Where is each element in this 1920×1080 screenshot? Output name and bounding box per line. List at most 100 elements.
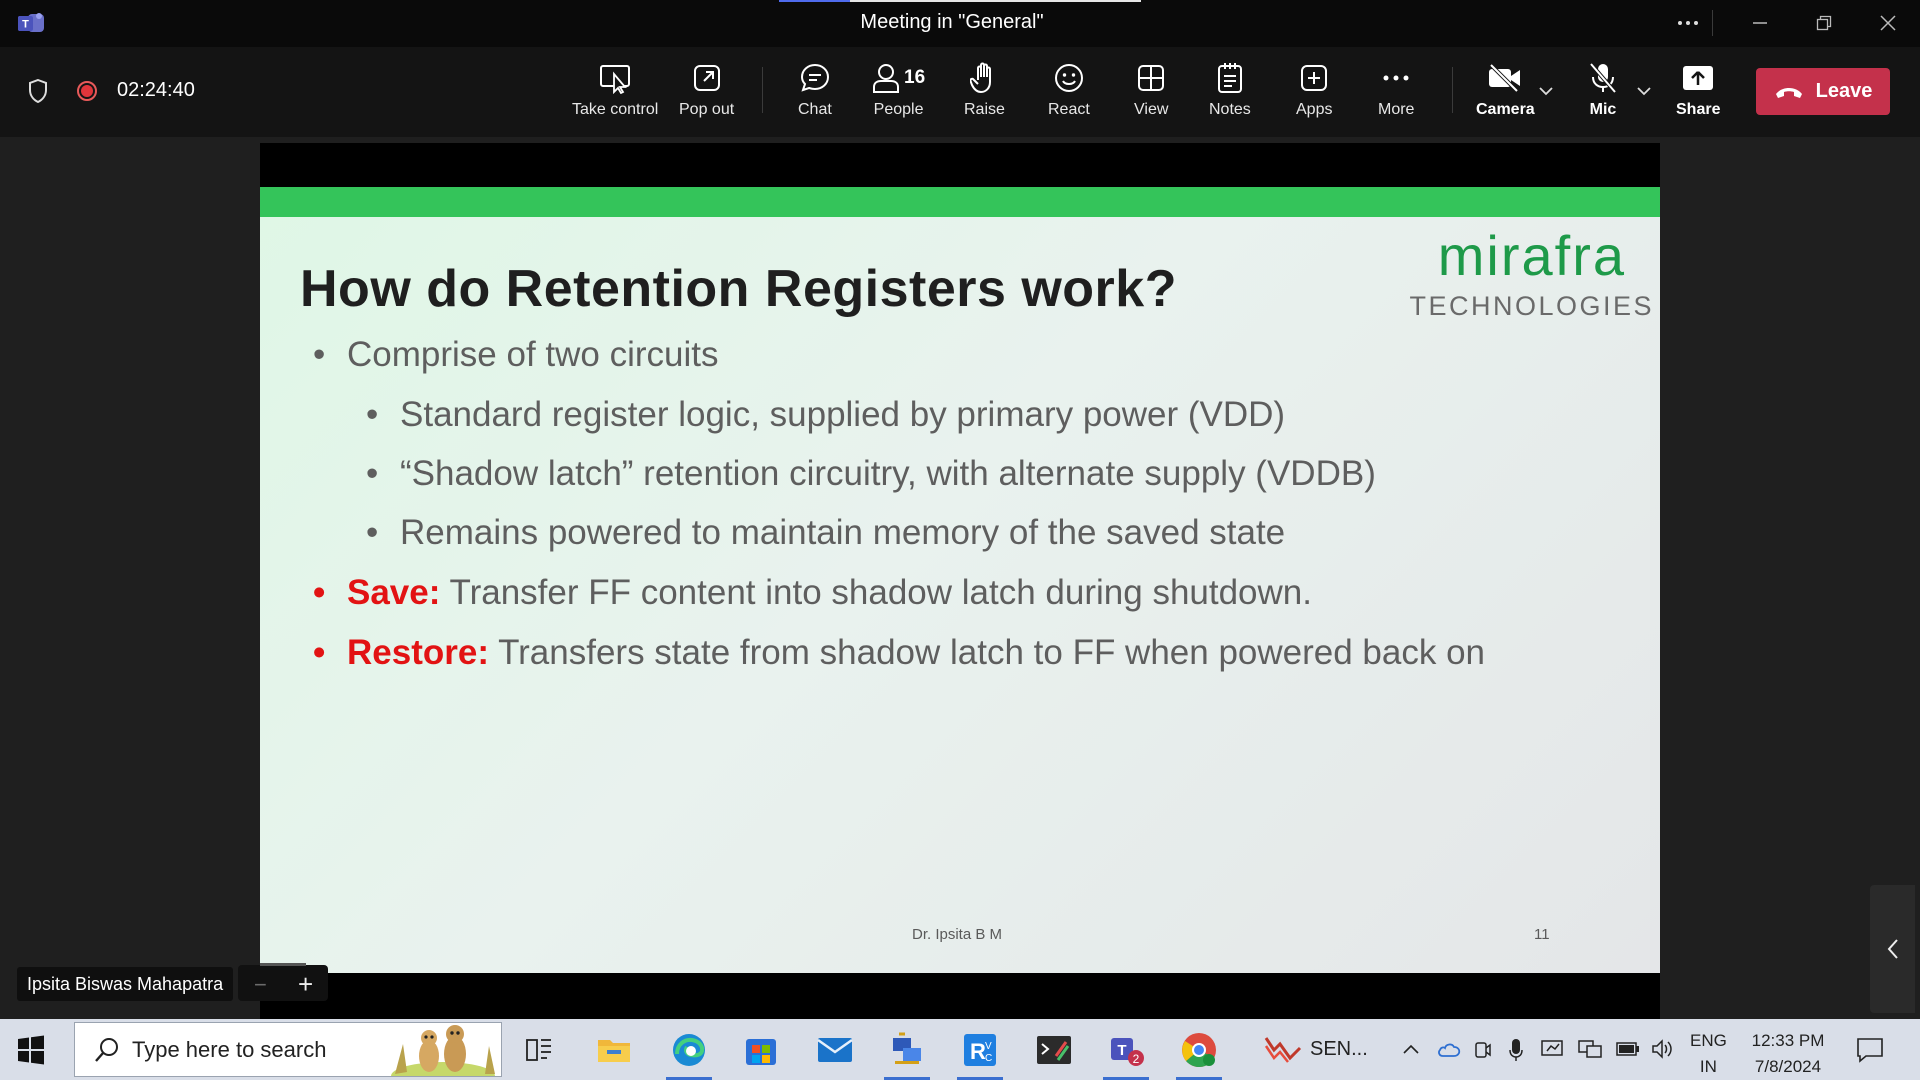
recording-indicator-icon: [77, 81, 97, 101]
presenter-name-tag: Ipsita Biswas Mahapatra: [17, 967, 234, 1001]
sub-bullet-item: • Remains powered to maintain memory of t…: [366, 513, 1286, 552]
mic-muted-icon: [1589, 62, 1617, 94]
sub-bullet-item: • Standard register logic, supplied by pr…: [366, 395, 1286, 434]
mail-icon[interactable]: [806, 1027, 864, 1073]
taskbar-search-box[interactable]: Type here to search: [74, 1022, 502, 1077]
file-explorer-icon[interactable]: [585, 1027, 643, 1073]
chart-app-icon[interactable]: [1254, 1027, 1312, 1073]
slide-footer-author: Dr. Ipsita B M: [912, 926, 1003, 943]
leave-button[interactable]: Leave: [1756, 68, 1890, 115]
toolbar-divider: [1452, 67, 1453, 113]
pop-out-icon: [693, 65, 720, 91]
smiley-icon: [1054, 64, 1083, 92]
shield-icon[interactable]: [28, 79, 48, 103]
people-icon: [873, 64, 899, 93]
notes-button[interactable]: Notes: [1209, 61, 1251, 119]
minimize-icon[interactable]: [1740, 6, 1780, 40]
react-button[interactable]: React: [1048, 61, 1090, 119]
title-divider: [1712, 10, 1713, 36]
people-button[interactable]: 16 People: [872, 61, 925, 119]
more-actions-button[interactable]: More: [1378, 61, 1414, 119]
take-control-button[interactable]: Take control: [572, 61, 658, 119]
chat-icon: [800, 63, 829, 92]
svg-text:R: R: [970, 1039, 986, 1064]
take-control-icon: [600, 65, 631, 94]
camera-off-icon: [1489, 63, 1521, 93]
terminal-app-icon[interactable]: [1025, 1027, 1083, 1073]
zoom-control: − +: [238, 963, 328, 1001]
bullet-item-save: • Save: Transfer FF content into shadow l…: [313, 573, 1312, 612]
search-icon: [95, 1038, 118, 1062]
close-icon[interactable]: [1868, 6, 1908, 40]
svg-text:V: V: [985, 1041, 992, 1052]
meeting-timer: 02:24:40: [117, 79, 195, 101]
mirafra-logo-text: mirafra: [1437, 224, 1626, 287]
network-icon[interactable]: [1578, 1039, 1602, 1059]
meet-now-icon[interactable]: [1474, 1039, 1492, 1061]
pop-out-button[interactable]: Pop out: [679, 61, 734, 119]
mic-options-chevron-down-icon[interactable]: [1636, 85, 1652, 97]
raise-hand-button[interactable]: Raise: [964, 61, 1005, 119]
slide-title: How do Retention Registers work?: [300, 260, 1177, 318]
raise-hand-icon: [970, 62, 992, 93]
ellipsis-icon: [1383, 75, 1409, 81]
windows-taskbar: Type here to search RVC T 2 SEN... ENG I…: [0, 1019, 1920, 1080]
zoom-out-button[interactable]: −: [254, 972, 267, 998]
network-app-icon[interactable]: [878, 1027, 936, 1080]
sub-bullet-item: • “Shadow latch” retention circuitry, wit…: [366, 454, 1376, 493]
security-monitor-icon[interactable]: [1541, 1039, 1563, 1059]
share-screen-icon: [1683, 66, 1714, 90]
volume-icon[interactable]: [1651, 1039, 1675, 1059]
mic-button[interactable]: Mic: [1588, 61, 1618, 119]
meeting-toolbar: 02:24:40 Take control Pop out Chat 16 Pe…: [0, 47, 1920, 137]
meerkat-illustration-icon: [391, 1025, 495, 1076]
share-button[interactable]: Share: [1676, 61, 1720, 119]
expand-panel-button[interactable]: [1870, 885, 1915, 1013]
svg-text:C: C: [985, 1053, 992, 1064]
zoom-in-button[interactable]: +: [298, 969, 313, 1000]
notification-center-icon[interactable]: [1856, 1037, 1884, 1063]
microsoft-store-icon[interactable]: [732, 1027, 790, 1073]
slide-page-number: 11: [1534, 926, 1550, 943]
add-app-icon: [1301, 65, 1328, 91]
mirafra-logo-subtitle: TECHNOLOGIES: [1409, 291, 1654, 321]
bullet-item-restore: • Restore: Transfers state from shadow la…: [313, 633, 1486, 672]
remote-app-icon[interactable]: RVC: [951, 1027, 1009, 1080]
svg-text:T: T: [1117, 1042, 1126, 1059]
zoom-slider-track[interactable]: [260, 963, 306, 966]
windows-start-icon[interactable]: [14, 1033, 48, 1067]
chevron-up-icon[interactable]: [1402, 1043, 1420, 1055]
camera-button[interactable]: Camera: [1476, 61, 1535, 119]
toolbar-divider: [762, 67, 763, 113]
slide-accent-bar: [260, 187, 1660, 217]
teams-notification-badge: 2: [1133, 1052, 1140, 1066]
window-title: Meeting in "General": [860, 11, 1044, 33]
window-title-bar: T Meeting in "General": [0, 0, 1920, 47]
apps-button[interactable]: Apps: [1296, 61, 1332, 119]
chevron-left-icon: [1887, 939, 1898, 959]
chrome-icon[interactable]: [1170, 1027, 1228, 1080]
onedrive-cloud-icon[interactable]: [1437, 1040, 1461, 1058]
running-app-label[interactable]: SEN...: [1310, 1038, 1368, 1061]
input-language-indicator[interactable]: ENG IN: [1690, 1028, 1727, 1080]
title-loading-indicator: [779, 0, 1141, 2]
edge-browser-icon[interactable]: [660, 1027, 718, 1080]
task-view-icon[interactable]: [510, 1027, 568, 1073]
notes-icon: [1217, 63, 1242, 93]
search-placeholder: Type here to search: [132, 1037, 327, 1062]
microphone-icon[interactable]: [1509, 1038, 1523, 1062]
presentation-slide: How do Retention Registers work? mirafra…: [260, 187, 1660, 973]
taskbar-clock[interactable]: 12:33 PM 7/8/2024: [1750, 1028, 1826, 1080]
shared-content-stage: How do Retention Registers work? mirafra…: [0, 137, 1920, 1020]
restore-icon[interactable]: [1804, 6, 1844, 40]
battery-icon[interactable]: [1616, 1041, 1640, 1057]
people-count-badge: 16: [904, 67, 926, 88]
bullet-item: • Comprise of two circuits: [313, 335, 719, 374]
teams-taskbar-icon[interactable]: T2: [1097, 1027, 1155, 1080]
more-options-icon[interactable]: [1668, 6, 1708, 40]
camera-options-chevron-down-icon[interactable]: [1538, 85, 1554, 97]
view-button[interactable]: View: [1134, 61, 1168, 119]
chat-button[interactable]: Chat: [798, 61, 832, 119]
grid-view-icon: [1138, 65, 1165, 91]
hang-up-icon: [1775, 87, 1802, 98]
